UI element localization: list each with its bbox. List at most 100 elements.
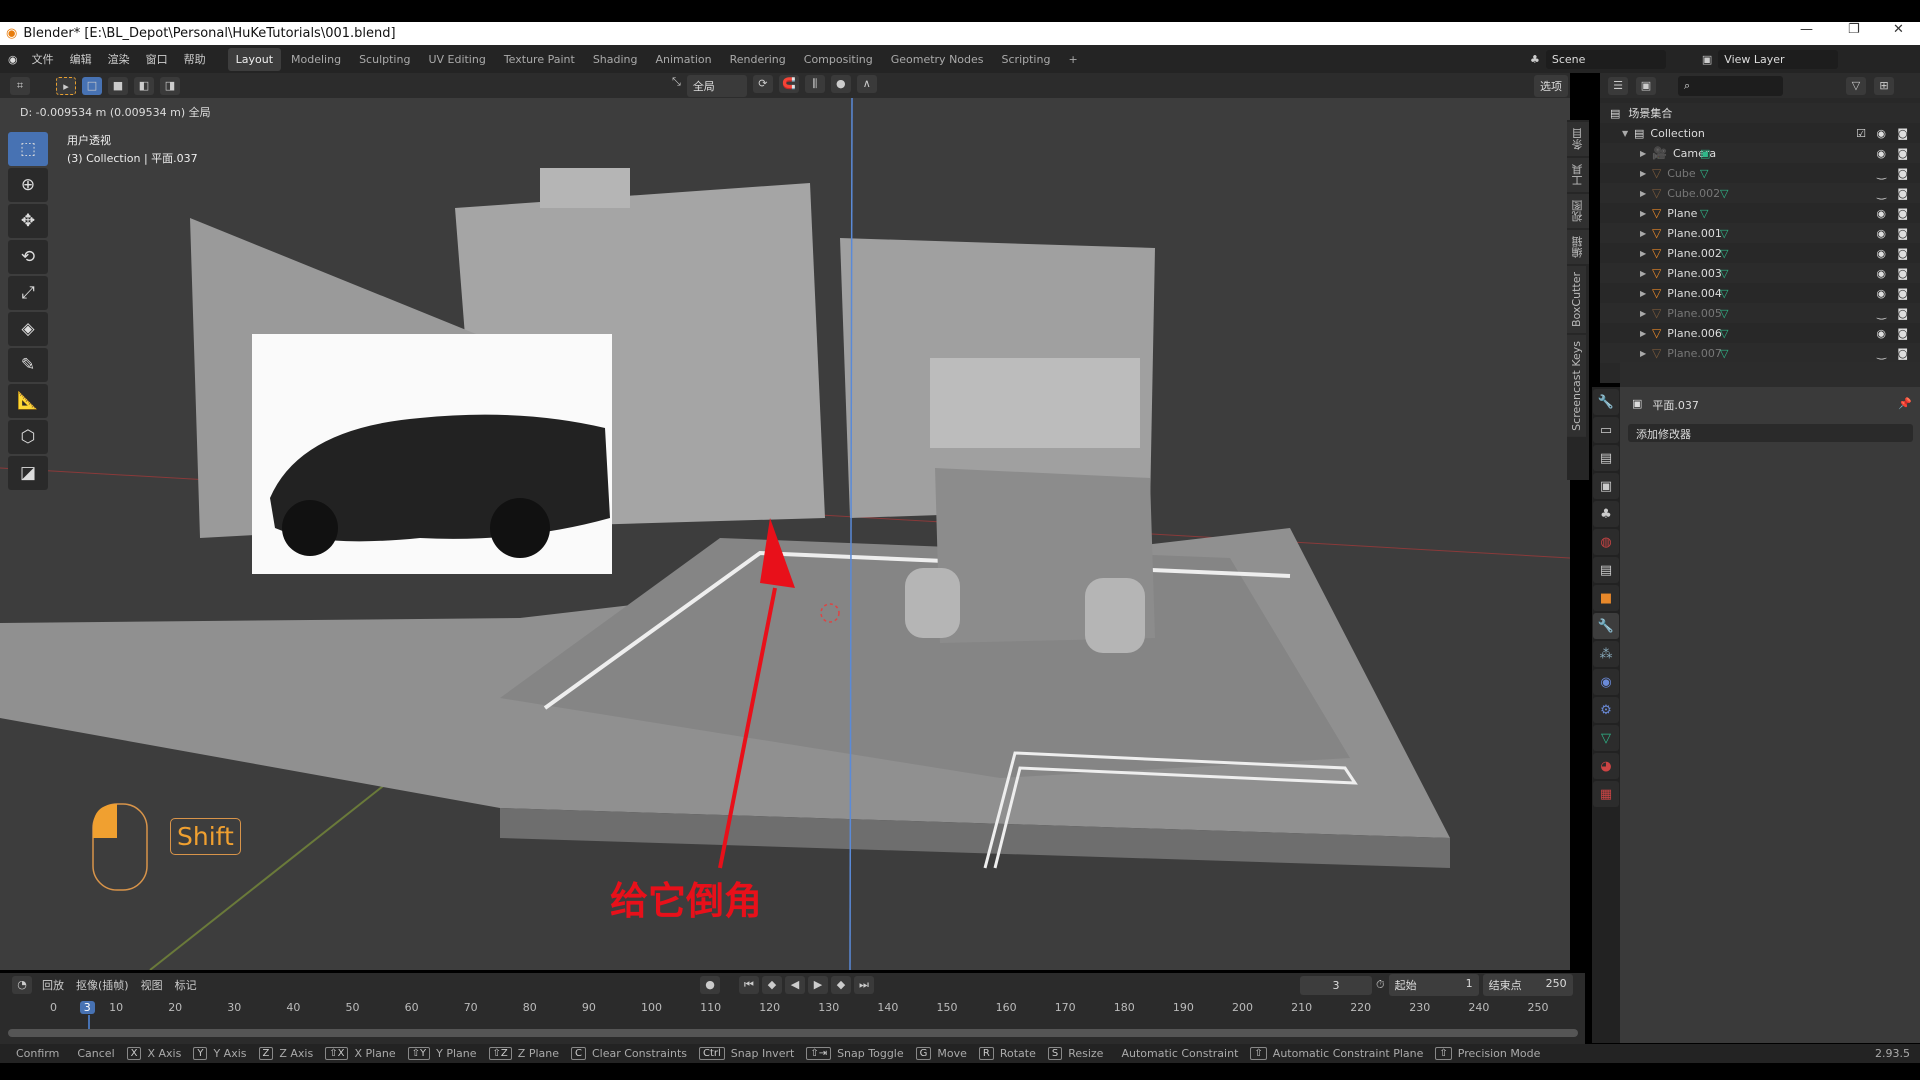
scale-tool-icon[interactable]: ⤢ — [8, 276, 48, 310]
menu-item[interactable]: 编辑 — [62, 51, 100, 67]
view-layer-selector[interactable]: View Layer — [1718, 49, 1839, 69]
camera-render-icon[interactable]: ◙ — [1897, 267, 1908, 280]
editor-type-icon[interactable]: ⌗ — [10, 76, 30, 95]
checkbox-icon[interactable]: ☑ — [1856, 127, 1866, 140]
camera-render-icon[interactable]: ◙ — [1897, 287, 1908, 300]
annotate-tool-icon[interactable]: ✎ — [8, 348, 48, 382]
world-tab-icon[interactable]: ◍ — [1593, 529, 1619, 555]
workspace-tab[interactable]: Scripting — [994, 48, 1059, 71]
particles-tab-icon[interactable]: ⁂ — [1593, 641, 1619, 667]
eye-closed-icon[interactable]: ‿ — [1877, 167, 1886, 180]
eye-icon[interactable]: ◉ — [1876, 207, 1886, 220]
snap-target-icon[interactable]: ⫼ — [804, 74, 825, 93]
pivot-icon[interactable]: ⟳ — [752, 74, 773, 93]
outliner-item[interactable]: ▶ ▽ Cube ▽ ‿ ◙ — [1600, 163, 1920, 183]
cursor-tool-icon[interactable]: ⊕ — [8, 168, 48, 202]
3d-viewport[interactable]: D: -0.009534 m (0.009534 m) 全局 用户透视 (3) … — [0, 98, 1570, 970]
expand-icon[interactable]: ▶ — [1640, 309, 1652, 318]
camera-render-icon[interactable]: ◙ — [1897, 127, 1908, 140]
new-collection-icon[interactable]: ⊞ — [1874, 76, 1894, 95]
transform-tool-icon[interactable]: ◈ — [8, 312, 48, 346]
camera-render-icon[interactable]: ◙ — [1897, 167, 1908, 180]
outliner-item[interactable]: ▶ ▽ Plane.007 ▽ ‿ ◙ — [1600, 343, 1920, 363]
select-box-tool-icon[interactable]: ⬚ — [8, 132, 48, 166]
camera-render-icon[interactable]: ◙ — [1897, 207, 1908, 220]
eye-closed-icon[interactable]: ‿ — [1877, 347, 1886, 360]
eye-closed-icon[interactable]: ‿ — [1877, 307, 1886, 320]
camera-render-icon[interactable]: ◙ — [1897, 147, 1908, 160]
eye-icon[interactable]: ◉ — [1876, 327, 1886, 340]
move-tool-icon[interactable]: ✥ — [8, 204, 48, 238]
camera-data-icon[interactable]: ▣ — [1700, 147, 1710, 160]
workspace-tab[interactable]: Texture Paint — [496, 48, 583, 71]
select-mode-invert-icon[interactable]: ◨ — [160, 76, 180, 95]
mesh-data-icon[interactable]: ▽ — [1720, 247, 1728, 260]
proportional-edit-icon[interactable]: ● — [830, 74, 851, 93]
eye-icon[interactable]: ◉ — [1876, 287, 1886, 300]
camera-render-icon[interactable]: ◙ — [1897, 247, 1908, 260]
camera-render-icon[interactable]: ◙ — [1897, 327, 1908, 340]
eye-closed-icon[interactable]: ‿ — [1877, 187, 1886, 200]
add-modifier-button[interactable]: 添加修改器 — [1628, 424, 1913, 442]
filter-icon[interactable]: ▽ — [1846, 76, 1866, 95]
mesh-data-icon[interactable]: ▽ — [1720, 347, 1728, 360]
select-tool-icon[interactable]: ▸ — [56, 76, 76, 95]
menu-item[interactable]: 窗口 — [138, 51, 176, 67]
expand-icon[interactable]: ▶ — [1640, 169, 1652, 178]
mesh-data-icon[interactable]: ▽ — [1720, 187, 1728, 200]
expand-icon[interactable]: ▶ — [1640, 289, 1652, 298]
mesh-data-icon[interactable]: ▽ — [1700, 167, 1708, 180]
eye-icon[interactable]: ◉ — [1876, 147, 1886, 160]
outliner-item[interactable]: ▶ ▽ Cube.002 ▽ ‿ ◙ — [1600, 183, 1920, 203]
current-frame-indicator[interactable]: 3 — [79, 1001, 95, 1014]
object-tab-icon[interactable]: ■ — [1593, 585, 1619, 611]
workspace-tab[interactable]: Sculpting — [351, 48, 418, 71]
workspace-tab[interactable]: Layout — [227, 47, 282, 71]
outliner-collection[interactable]: ▼ ▤ Collection ☑ ◉ ◙ — [1600, 123, 1920, 143]
mesh-data-icon[interactable]: ▽ — [1720, 287, 1728, 300]
timeline-scrollbar[interactable] — [8, 1029, 1578, 1037]
options-dropdown[interactable]: 选项 — [1534, 74, 1568, 97]
mesh-data-icon[interactable]: ▽ — [1720, 227, 1728, 240]
eye-icon[interactable]: ◉ — [1876, 247, 1886, 260]
modifier-tab-icon[interactable]: 🔧 — [1593, 613, 1619, 639]
sidebar-tab[interactable]: 工具 — [1567, 158, 1589, 192]
outliner-search-input[interactable]: ⌕ — [1678, 75, 1783, 96]
material-tab-icon[interactable]: ◕ — [1593, 753, 1619, 779]
outliner-root[interactable]: ▤ 场景集合 — [1600, 103, 1920, 123]
mesh-data-icon[interactable]: ▽ — [1720, 327, 1728, 340]
scene-selector[interactable]: Scene — [1545, 49, 1666, 69]
expand-icon[interactable]: ▶ — [1640, 149, 1652, 158]
sidebar-tab[interactable]: 视图 — [1567, 194, 1589, 228]
maximize-button[interactable]: ❐ — [1848, 22, 1860, 37]
menu-item[interactable]: 帮助 — [176, 51, 214, 67]
workspace-tab[interactable]: + — [1060, 48, 1085, 71]
transform-orientation-select[interactable]: 全局 — [686, 74, 747, 97]
expand-icon[interactable]: ▶ — [1640, 249, 1652, 258]
outliner-item[interactable]: ▶ ▽ Plane ▽ ◉ ◙ — [1600, 203, 1920, 223]
camera-render-icon[interactable]: ◙ — [1897, 187, 1908, 200]
physics-tab-icon[interactable]: ◉ — [1593, 669, 1619, 695]
snap-icon[interactable]: 🧲 — [778, 74, 799, 93]
output-tab-icon[interactable]: ▤ — [1593, 445, 1619, 471]
view-layer-tab-icon[interactable]: ▣ — [1593, 473, 1619, 499]
camera-render-icon[interactable]: ◙ — [1897, 347, 1908, 360]
display-mode-icon[interactable]: ☰ — [1608, 76, 1628, 95]
workspace-tab[interactable]: Rendering — [722, 48, 794, 71]
workspace-tab[interactable]: Compositing — [796, 48, 881, 71]
expand-icon[interactable]: ▶ — [1640, 349, 1652, 358]
boxcutter-tool-icon[interactable]: ◪ — [8, 456, 48, 490]
expand-icon[interactable]: ▶ — [1640, 209, 1652, 218]
camera-render-icon[interactable]: ◙ — [1897, 227, 1908, 240]
expand-icon[interactable]: ▶ — [1640, 229, 1652, 238]
falloff-icon[interactable]: ∧ — [856, 74, 877, 93]
minimize-button[interactable]: — — [1800, 22, 1813, 37]
expand-icon[interactable]: ▼ — [1622, 129, 1634, 138]
add-cube-tool-icon[interactable]: ⬡ — [8, 420, 48, 454]
workspace-tab[interactable]: Modeling — [283, 48, 349, 71]
camera-render-icon[interactable]: ◙ — [1897, 307, 1908, 320]
eye-icon[interactable]: ◉ — [1876, 227, 1886, 240]
tool-tab-icon[interactable]: 🔧 — [1593, 389, 1619, 415]
workspace-tab[interactable]: Shading — [585, 48, 646, 71]
scene-icon[interactable]: ♣ — [1530, 53, 1540, 66]
